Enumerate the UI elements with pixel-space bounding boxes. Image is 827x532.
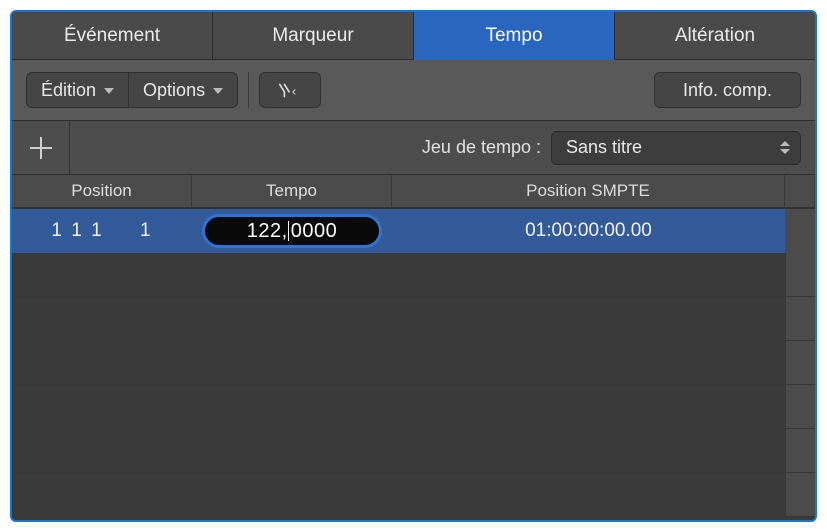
tempo-edit-field[interactable]: 122,0000 [202, 214, 382, 248]
svg-text:‹: ‹ [292, 84, 297, 99]
tab-event[interactable]: Événement [12, 12, 213, 60]
tab-tempo[interactable]: Tempo [414, 12, 615, 60]
plus-icon [30, 137, 52, 159]
options-menu-label: Options [143, 80, 205, 101]
filter-button[interactable]: ‹ [259, 72, 321, 108]
chevron-down-icon [104, 88, 114, 94]
cell-scroll-gutter [785, 209, 815, 253]
tempo-integer-part: 122 [247, 220, 282, 243]
stepper-icon [780, 141, 790, 154]
filter-icon: ‹ [276, 81, 304, 99]
column-header-tempo[interactable]: Tempo [192, 175, 392, 207]
tempo-set-value: Sans titre [566, 137, 642, 158]
add-event-button[interactable] [12, 121, 70, 174]
table-row[interactable]: 1 1 1 1 122,0000 01:00:00:00.00 [12, 209, 815, 253]
table-header: Position Tempo Position SMPTE [12, 175, 815, 209]
chevron-down-icon [213, 88, 223, 94]
column-header-smpte[interactable]: Position SMPTE [392, 175, 785, 207]
tab-bar: Événement Marqueur Tempo Altération [12, 12, 815, 60]
tempo-set-select[interactable]: Sans titre [551, 131, 801, 165]
tab-signature[interactable]: Altération [615, 12, 815, 60]
composition-info-button[interactable]: Info. comp. [654, 72, 801, 108]
toolbar-separator [248, 72, 249, 108]
tempo-set-label: Jeu de tempo : [422, 137, 541, 158]
edit-menu-button[interactable]: Édition [26, 72, 129, 108]
sub-toolbar: Jeu de tempo : Sans titre [12, 121, 815, 175]
composition-info-label: Info. comp. [683, 80, 772, 101]
tab-marker[interactable]: Marqueur [213, 12, 414, 60]
column-header-scroll [785, 175, 815, 207]
edit-options-group: Édition Options [26, 72, 238, 108]
tempo-decimal-part: 0000 [289, 220, 338, 243]
cell-smpte[interactable]: 01:00:00:00.00 [392, 209, 785, 253]
cell-position[interactable]: 1 1 1 1 [12, 209, 192, 253]
toolbar: Édition Options ‹ Info. comp. [12, 60, 815, 121]
options-menu-button[interactable]: Options [128, 72, 238, 108]
column-header-position[interactable]: Position [12, 175, 192, 207]
table-body[interactable]: 1 1 1 1 122,0000 01:00:00:00.00 [12, 209, 815, 520]
cell-tempo[interactable]: 122,0000 [192, 209, 392, 253]
empty-rows [12, 253, 815, 517]
edit-menu-label: Édition [41, 80, 96, 101]
tempo-list-window: Événement Marqueur Tempo Altération Édit… [10, 10, 817, 522]
